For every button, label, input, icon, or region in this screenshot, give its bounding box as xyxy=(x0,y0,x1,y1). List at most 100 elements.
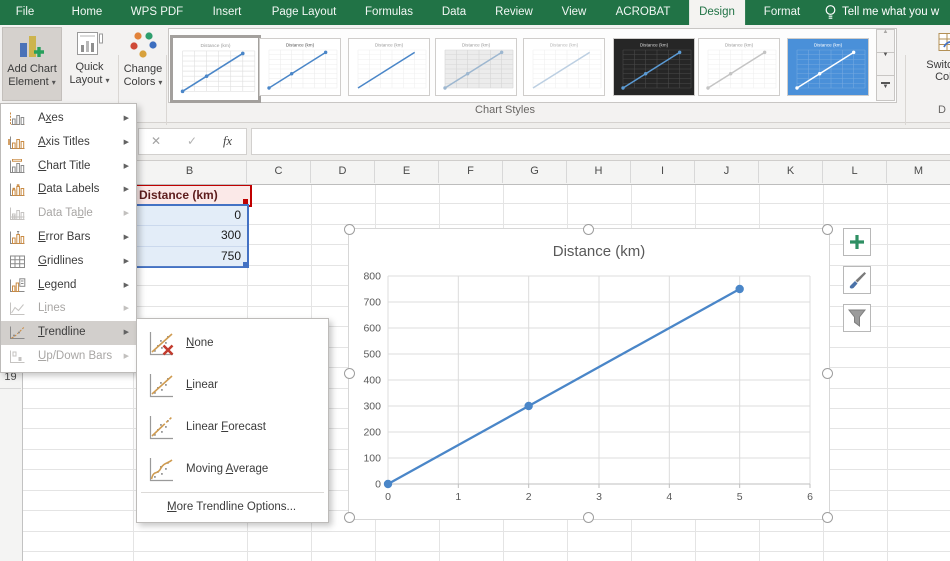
chart-style-thumb-1[interactable]: Distance (km) xyxy=(170,35,261,103)
range-handle[interactable] xyxy=(243,199,248,204)
tab-view[interactable]: View xyxy=(552,0,597,25)
column-header-b[interactable]: B xyxy=(133,160,247,183)
menu-item-label: Data Table xyxy=(38,207,93,220)
quick-layout-label: Quick xyxy=(75,61,104,73)
submenu-item-moving-average[interactable]: Moving Average xyxy=(137,448,328,490)
chart-selection-handle[interactable] xyxy=(344,512,355,523)
chart-selection-handle[interactable] xyxy=(583,512,594,523)
chart-plot: 0 1 2 3 4 5 6 0 100 200 300 400 500 600 700 800 Distance… xyxy=(363,243,813,503)
chart-title-icon xyxy=(8,158,26,179)
tab-page-layout[interactable]: Page Layout xyxy=(262,0,347,25)
tab-insert[interactable]: Insert xyxy=(203,0,252,25)
change-colors-button[interactable]: Change Colors ▾ xyxy=(121,27,165,99)
menu-item-gridlines[interactable]: Gridlines ▶ xyxy=(1,250,136,274)
switch-row-column-button[interactable]: Switch Ro Colum xyxy=(908,27,950,101)
column-header-m[interactable]: M xyxy=(887,160,950,183)
submenu-item-linear[interactable]: Linear xyxy=(137,364,328,406)
gallery-more-button[interactable]: ▼ xyxy=(876,75,895,101)
column-header-h[interactable]: H xyxy=(567,160,631,183)
menu-item-label: Up/Down Bars xyxy=(38,349,113,362)
menu-item-axes[interactable]: Axes ▶ xyxy=(1,107,136,131)
chart-styles-group-label: Chart Styles xyxy=(475,104,535,116)
cell-data-value[interactable]: 750 xyxy=(136,247,247,268)
svg-text:600: 600 xyxy=(363,323,381,335)
add-chart-element-icon xyxy=(3,32,61,62)
submenu-arrow-icon: ▶ xyxy=(123,210,129,218)
quick-layout-button[interactable]: Quick Layout ▾ xyxy=(63,27,116,99)
tab-format[interactable]: Format xyxy=(754,0,810,25)
menu-item-trendline[interactable]: Trendline ▶ xyxy=(1,321,136,345)
column-header-f[interactable]: F xyxy=(439,160,503,183)
column-header-k[interactable]: K xyxy=(759,160,823,183)
chart-style-thumb-8[interactable]: Distance (km) xyxy=(787,38,869,96)
cell-data-value[interactable]: 300 xyxy=(136,226,247,247)
column-header-e[interactable]: E xyxy=(375,160,439,183)
menu-item-legend[interactable]: Legend ▶ xyxy=(1,274,136,298)
tab-design[interactable]: Design xyxy=(689,0,745,25)
chart-selection-handle[interactable] xyxy=(822,224,833,235)
tab-data[interactable]: Data xyxy=(432,0,476,25)
range-handle[interactable] xyxy=(243,262,248,267)
column-header-l[interactable]: L xyxy=(823,160,887,183)
enter-icon[interactable]: ✓ xyxy=(187,129,197,154)
svg-text:300: 300 xyxy=(363,401,381,413)
gridline-horizontal xyxy=(22,551,950,553)
tab-formulas[interactable]: Formulas xyxy=(355,0,423,25)
cell-data-value[interactable]: 0 xyxy=(136,206,247,227)
chart-styles-brush-button[interactable] xyxy=(843,266,871,294)
chart-selection-handle[interactable] xyxy=(822,368,833,379)
menu-item-axis-titles[interactable]: Axis Titles ▶ xyxy=(1,131,136,155)
chart-filters-funnel-button[interactable] xyxy=(843,304,871,332)
svg-text:Distance (km): Distance (km) xyxy=(200,43,230,49)
quick-layout-icon xyxy=(63,31,116,60)
chart-object[interactable]: 0 1 2 3 4 5 6 0 100 200 300 400 500 600 700 800 Distance… xyxy=(344,224,833,523)
menu-item-data-labels[interactable]: Data Labels ▶ xyxy=(1,178,136,202)
column-header-i[interactable]: I xyxy=(631,160,695,183)
svg-text:6: 6 xyxy=(807,491,813,503)
cancel-icon[interactable]: ✕ xyxy=(151,129,161,154)
chart-elements-plus-button[interactable] xyxy=(843,228,871,256)
submenu-item-linear-forecast[interactable]: Linear Forecast xyxy=(137,406,328,448)
column-headers: BCDEFGHIJKLM xyxy=(0,160,950,185)
submenu-item-none[interactable]: None xyxy=(137,322,328,364)
column-header-g[interactable]: G xyxy=(503,160,567,183)
menu-item-more-trendline-options[interactable]: More Trendline Options... xyxy=(137,495,328,519)
column-header-j[interactable]: J xyxy=(695,160,759,183)
dropdown-caret-icon: ▾ xyxy=(51,78,56,87)
chart-selection-handle[interactable] xyxy=(344,224,355,235)
chart-selection-handle[interactable] xyxy=(822,512,833,523)
column-header-c[interactable]: C xyxy=(247,160,311,183)
menu-item-label: Lines xyxy=(38,302,66,315)
column-header-d[interactable]: D xyxy=(311,160,375,183)
tell-me-box[interactable]: Tell me what you w xyxy=(842,0,950,25)
chart-style-thumb-3[interactable]: Distance (km) xyxy=(348,38,430,96)
switch-row-column-label2: Colum xyxy=(935,71,950,83)
tab-file[interactable]: File xyxy=(6,0,45,25)
tab-home[interactable]: Home xyxy=(62,0,113,25)
svg-text:Distance (km): Distance (km) xyxy=(462,43,491,48)
trendline-forecast-icon xyxy=(146,413,176,447)
menu-item-error-bars[interactable]: Error Bars ▶ xyxy=(1,226,136,250)
tab-acrobat[interactable]: ACROBAT xyxy=(606,0,681,25)
add-chart-element-button[interactable]: Add Chart Element ▾ xyxy=(2,27,62,101)
formula-input[interactable] xyxy=(251,128,950,155)
menu-item-up-down-bars: Up/Down Bars ▶ xyxy=(1,345,136,369)
tab-review[interactable]: Review xyxy=(485,0,543,25)
chart-style-thumb-5[interactable]: Distance (km) xyxy=(523,38,605,96)
chart-style-thumb-2[interactable]: Distance (km) xyxy=(259,38,341,96)
chart-style-thumb-7[interactable]: Distance (km) xyxy=(698,38,780,96)
svg-text:3: 3 xyxy=(596,491,602,503)
cell-data-range[interactable]: 0 300 750 xyxy=(134,204,249,268)
data-labels-icon xyxy=(8,182,26,202)
ribbon: Add Chart Element ▾ Quick Layout ▾ Chang… xyxy=(0,25,950,125)
chart-selection-handle[interactable] xyxy=(583,224,594,235)
tab-wps-pdf[interactable]: WPS PDF xyxy=(121,0,193,25)
chart-selection-handle[interactable] xyxy=(344,368,355,379)
axes-icon xyxy=(8,111,26,131)
chart-style-thumb-6[interactable]: Distance (km) xyxy=(613,38,695,96)
chart-style-thumb-4[interactable]: Distance (km) xyxy=(435,38,517,96)
submenu-item-label: None xyxy=(186,337,214,349)
ribbon-group-labels: Chart Styles D xyxy=(0,104,950,122)
menu-item-chart-title[interactable]: Chart Title ▶ xyxy=(1,155,136,179)
insert-function-icon[interactable]: fx xyxy=(223,129,232,154)
